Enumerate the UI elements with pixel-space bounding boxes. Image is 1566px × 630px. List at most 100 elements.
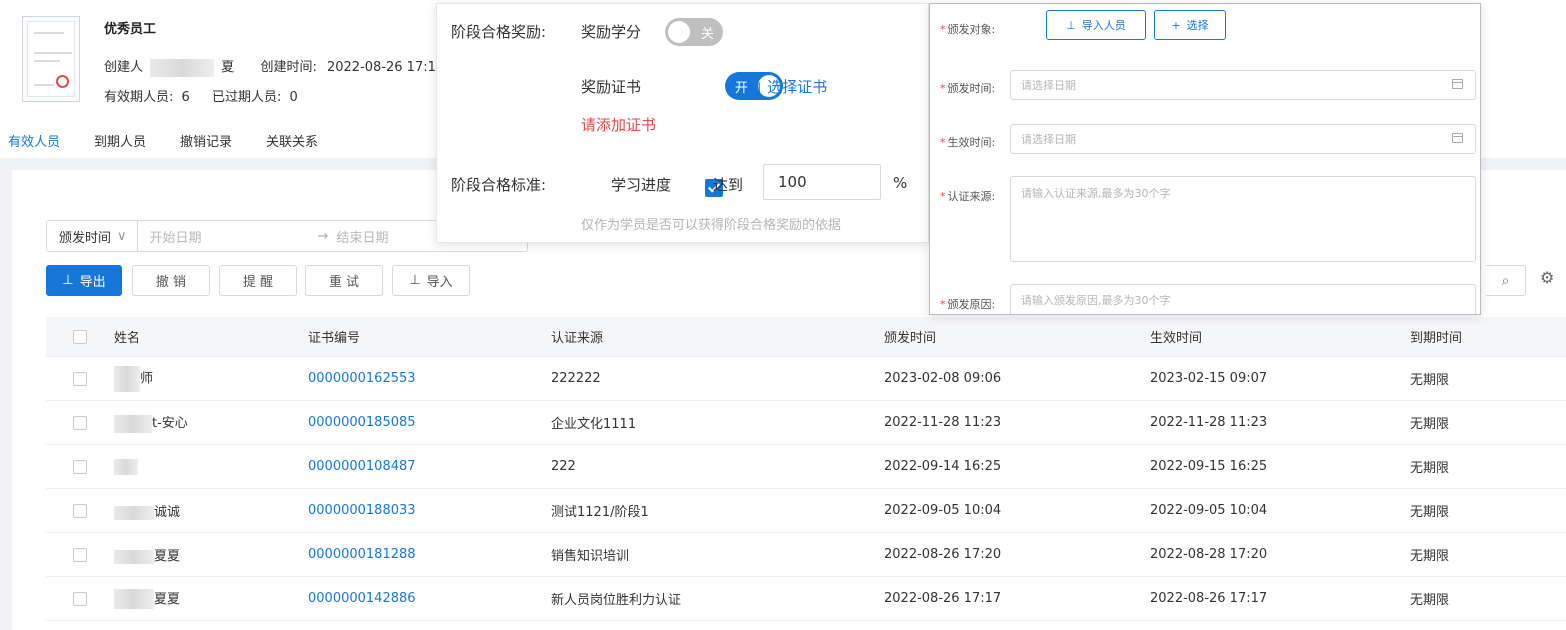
credit-label: 奖励学分 [581, 23, 642, 41]
search-button[interactable]: ⌕ [1486, 265, 1526, 296]
filter-type-label: 颁发时间 [59, 230, 112, 246]
effective-time-input[interactable]: 请选择日期 [1010, 124, 1476, 154]
tab-revoke-records[interactable]: 撤销记录 [180, 131, 232, 161]
import-people-button[interactable]: ⊥ 导入人员 [1046, 10, 1146, 40]
effective-time-placeholder: 请选择日期 [1021, 133, 1076, 146]
issue-time-cell: 2022-09-05 10:04 [884, 503, 1002, 518]
effective-time-cell: 2022-09-05 10:04 [1150, 503, 1268, 518]
effective-time-cell: 2022-08-26 17:17 [1150, 591, 1268, 606]
issue-time-cell: 2022-08-26 17:17 [884, 591, 1002, 606]
credit-toggle[interactable]: 关 [665, 18, 723, 46]
select-people-label: 选择 [1186, 19, 1209, 32]
remind-button[interactable]: 提 醒 [219, 265, 297, 296]
expire-time-cell: 无期限 [1410, 549, 1450, 564]
expired-count: 0 [289, 90, 298, 105]
expire-time-cell: 无期限 [1410, 461, 1450, 476]
table-header: 姓名 证书编号 认证来源 颁发时间 生效时间 到期时间 [46, 317, 1566, 357]
cert-number-link[interactable]: 0000000185085 [308, 415, 551, 430]
cert-number-link[interactable]: 0000000142886 [308, 591, 551, 606]
valid-count: 6 [181, 90, 190, 105]
revoke-button[interactable]: 撤 销 [132, 265, 210, 296]
issue-time-cell: 2022-09-14 16:25 [884, 459, 1002, 474]
export-button[interactable]: ⊥ 导出 [46, 265, 122, 296]
source-placeholder: 请输入认证来源,最多为30个字 [1021, 187, 1171, 200]
effective-time-label: * 生效时间: [940, 136, 996, 149]
person-name: 夏夏 [154, 591, 181, 607]
table-row: 夏夏 0000000142886 新人员岗位胜利力认证 2022-08-26 1… [46, 577, 1566, 621]
choose-cert-link[interactable]: ▤ 选择证书 [747, 76, 827, 97]
cert-number-link[interactable]: 0000000188033 [308, 503, 551, 518]
issue-form-popup: * 颁发对象: ⊥ 导入人员 + 选择 * 颁发时间: 请选择日期 * 生效时间: 请选择… [929, 3, 1481, 315]
source-cell: 222 [551, 459, 576, 474]
row-checkbox[interactable] [73, 503, 87, 518]
row-checkbox[interactable] [73, 459, 87, 474]
end-date-input[interactable]: 结束日期 [336, 227, 388, 246]
filter-type-select[interactable]: 颁发时间 ∨ [47, 221, 138, 251]
person-name: 师 [140, 371, 154, 386]
issue-time-input[interactable]: 请选择日期 [1010, 70, 1476, 100]
name-redacted [114, 458, 138, 475]
percent-input[interactable]: 100 [763, 164, 881, 200]
calendar-icon [1452, 133, 1463, 143]
select-all-checkbox[interactable] [73, 329, 87, 344]
table-row: 夏夏 0000000181288 销售知识培训 2022-08-26 17:20… [46, 533, 1566, 577]
add-cert-warning: 请添加证书 [581, 116, 657, 134]
cert-number-link[interactable]: 0000000108487 [308, 459, 551, 474]
source-cell: 销售知识培训 [551, 549, 630, 564]
name-redacted [114, 505, 154, 520]
credit-toggle-text: 关 [700, 27, 714, 42]
row-checkbox[interactable] [73, 547, 87, 562]
effective-time-cell: 2023-02-15 09:07 [1150, 371, 1268, 386]
reach-label: 达到 [713, 176, 744, 194]
table-row: 诚诚 0000000188033 测试1121/阶段1 2022-09-05 1… [46, 489, 1566, 533]
upload-icon: ⊥ [409, 273, 421, 288]
certificate-icon: ▤ [747, 78, 762, 96]
row-checkbox[interactable] [73, 591, 87, 606]
upload-icon: ⊥ [62, 273, 74, 288]
target-label: * 颁发对象: [940, 23, 996, 36]
reward-label: 阶段合格奖励: [451, 23, 547, 41]
plus-icon: + [1171, 18, 1181, 32]
reason-label: * 颁发原因: [940, 298, 996, 311]
expire-time-cell: 无期限 [1410, 373, 1450, 388]
import-label: 导入 [426, 275, 453, 290]
select-people-button[interactable]: + 选择 [1154, 10, 1226, 40]
row-checkbox[interactable] [73, 371, 87, 386]
count-meta: 有效期人员: 6 已过期人员: 0 [104, 86, 298, 105]
source-textarea[interactable]: 请输入认证来源,最多为30个字 [1010, 176, 1476, 262]
name-redacted [114, 414, 152, 433]
cert-number-link[interactable]: 0000000181288 [308, 547, 551, 562]
percent-unit: % [893, 174, 908, 192]
tab-valid-people[interactable]: 有效人员 [8, 131, 61, 161]
reason-input[interactable]: 请输入颁发原因,最多为30个字 [1010, 284, 1476, 314]
issue-time-cell: 2022-11-28 11:23 [884, 415, 1002, 430]
expire-time-cell: 无期限 [1410, 593, 1450, 608]
expire-time-cell: 无期限 [1410, 505, 1450, 520]
table-row: t-安心 0000000185085 企业文化1111 2022-11-28 1… [46, 401, 1566, 445]
start-date-input[interactable]: 开始日期 [150, 227, 310, 246]
standard-label: 阶段合格标准: [451, 176, 547, 194]
row-checkbox[interactable] [73, 415, 87, 430]
tab-expired-people[interactable]: 到期人员 [94, 131, 146, 161]
seal-icon [56, 75, 69, 88]
expire-time-cell: 无期限 [1410, 417, 1450, 432]
header-name: 姓名 [114, 331, 141, 346]
person-name: t-安心 [152, 416, 188, 432]
issue-time-label: * 颁发时间: [940, 82, 996, 95]
certificate-thumbnail [22, 16, 80, 102]
cert-number-link[interactable]: 0000000162553 [308, 371, 551, 386]
progress-label: 学习进度 [611, 176, 672, 194]
created-time-label: 创建时间: [260, 60, 317, 75]
import-button[interactable]: ⊥ 导入 [392, 265, 470, 296]
created-time: 2022-08-26 17:16 [326, 60, 445, 75]
gear-icon[interactable]: ⚙ [1540, 268, 1554, 287]
chevron-down-icon: ∨ [117, 228, 127, 244]
issue-time-cell: 2023-02-08 09:06 [884, 371, 1002, 386]
retry-button[interactable]: 重 试 [305, 265, 383, 296]
export-label: 导出 [79, 275, 106, 290]
tab-relations[interactable]: 关联关系 [266, 131, 318, 161]
effective-time-cell: 2022-09-15 16:25 [1150, 459, 1268, 474]
table-row: 0000000108487 222 2022-09-14 16:25 2022-… [46, 445, 1566, 489]
valid-count-label: 有效期人员: [104, 90, 174, 105]
page-title: 优秀员工 [104, 22, 157, 37]
